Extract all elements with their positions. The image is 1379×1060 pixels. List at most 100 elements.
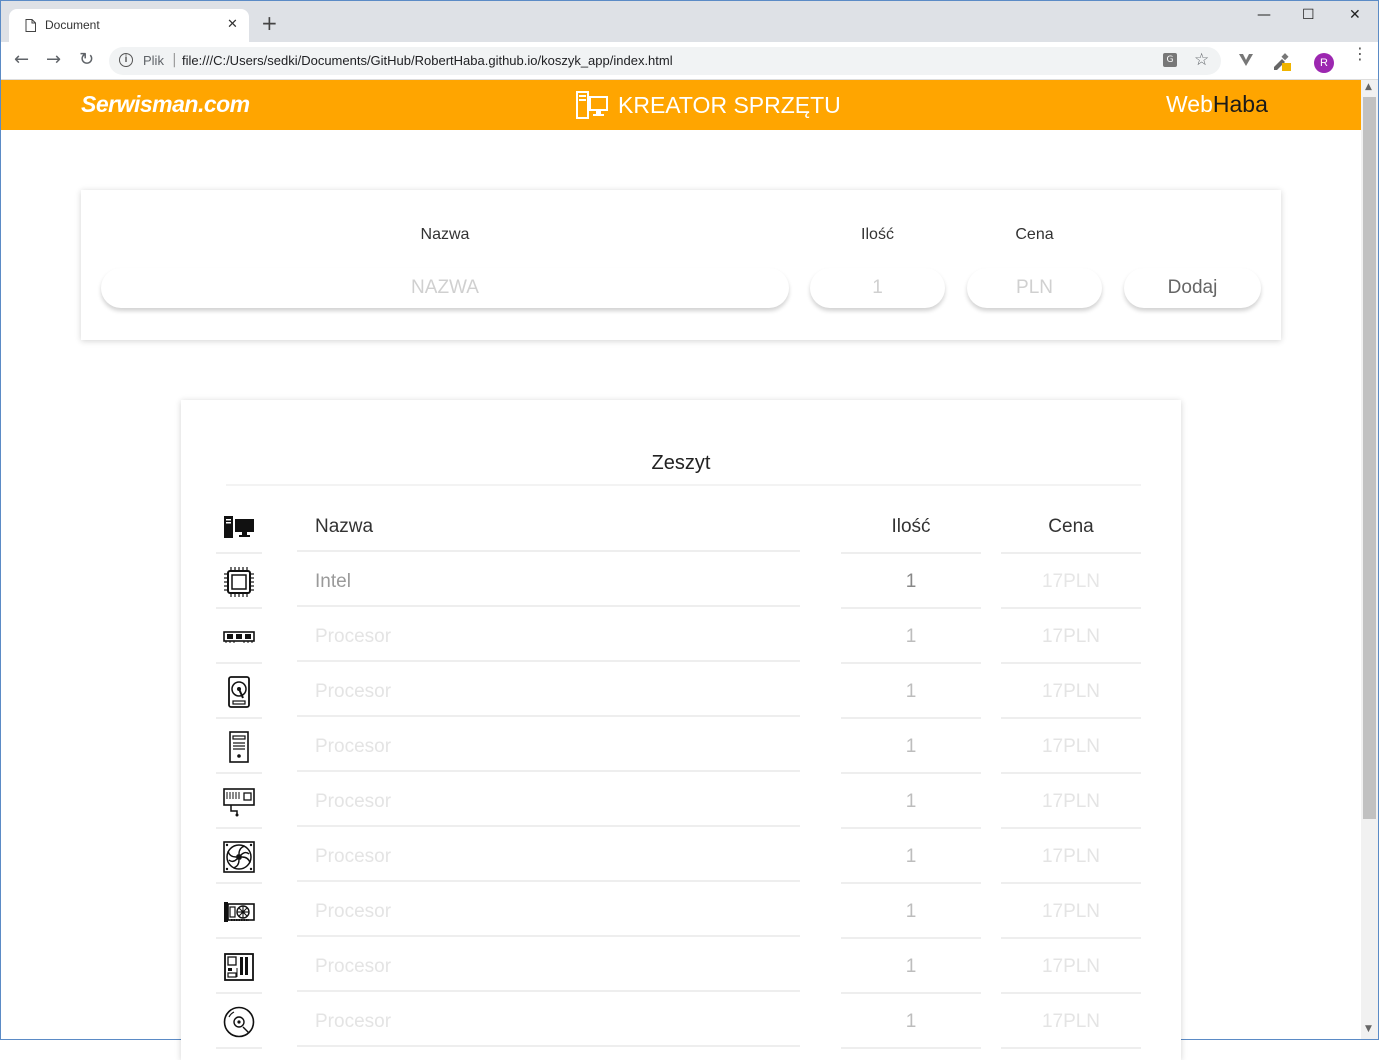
site-header: Serwisman.com KREATOR SPRZĘTU WebHaba bbox=[1, 80, 1361, 130]
table-row[interactable]: Intel 1 17PLN bbox=[181, 556, 1181, 611]
item-qty: 1 bbox=[841, 886, 981, 939]
item-price: 17PLN bbox=[1001, 886, 1141, 939]
item-name: Intel bbox=[297, 556, 800, 607]
scrollbar-thumb[interactable] bbox=[1363, 97, 1376, 819]
icon-cell bbox=[216, 996, 262, 1049]
brand-logo-left[interactable]: Serwisman.com bbox=[81, 91, 250, 118]
item-name: Procesor bbox=[297, 721, 800, 772]
icon-cell bbox=[216, 831, 262, 884]
extension-v-icon[interactable] bbox=[1238, 53, 1254, 67]
scheme-label: Plik bbox=[143, 53, 164, 68]
table-row[interactable]: Procesor 1 17PLN bbox=[181, 996, 1181, 1051]
hdd-icon bbox=[228, 675, 250, 708]
graphics-card-icon bbox=[224, 901, 255, 922]
header-title-group: KREATOR SPRZĘTU bbox=[576, 90, 841, 120]
item-price: 17PLN bbox=[1001, 611, 1141, 664]
column-header-price: Cena bbox=[1001, 501, 1141, 554]
icon-cell bbox=[216, 556, 262, 609]
brand-logo-right[interactable]: WebHaba bbox=[1166, 91, 1268, 118]
scroll-up-icon[interactable]: ▲ bbox=[1365, 82, 1372, 92]
table-row[interactable]: Procesor 1 17PLN bbox=[181, 941, 1181, 996]
browser-menu-icon[interactable]: ⋮ bbox=[1352, 46, 1368, 62]
network-card-icon bbox=[223, 787, 255, 816]
back-button[interactable]: ← bbox=[14, 50, 29, 70]
name-label: Nazwa bbox=[420, 226, 470, 243]
tab-title: Document bbox=[45, 18, 100, 32]
name-input[interactable] bbox=[101, 268, 789, 308]
item-name: Procesor bbox=[297, 941, 800, 992]
cpu-icon bbox=[224, 566, 254, 597]
browser-tab[interactable]: Document ✕ bbox=[9, 9, 249, 43]
icon-cell bbox=[216, 721, 262, 774]
info-icon[interactable]: i bbox=[119, 53, 133, 67]
table-row[interactable]: Procesor 1 17PLN bbox=[181, 721, 1181, 776]
add-button[interactable]: Dodaj bbox=[1124, 268, 1261, 308]
translate-icon[interactable]: G bbox=[1163, 53, 1177, 67]
title-bar: Document ✕ + — ☐ ✕ bbox=[1, 1, 1378, 43]
desktop-computer-icon bbox=[224, 515, 254, 538]
item-name: Procesor bbox=[297, 776, 800, 827]
ram-icon bbox=[223, 630, 255, 643]
table-row[interactable]: Procesor 1 17PLN bbox=[181, 611, 1181, 666]
item-name: Procesor bbox=[297, 886, 800, 937]
table-row[interactable]: Procesor 1 17PLN bbox=[181, 776, 1181, 831]
icon-cell bbox=[216, 941, 262, 994]
profile-avatar[interactable]: R bbox=[1314, 53, 1334, 73]
header-icon-cell bbox=[216, 501, 262, 554]
item-price: 17PLN bbox=[1001, 721, 1141, 774]
item-price: 17PLN bbox=[1001, 996, 1141, 1049]
qty-input[interactable] bbox=[810, 268, 945, 308]
bookmark-star-icon[interactable]: ☆ bbox=[1194, 50, 1209, 70]
item-qty: 1 bbox=[841, 776, 981, 829]
item-name: Procesor bbox=[297, 666, 800, 717]
item-price: 17PLN bbox=[1001, 831, 1141, 884]
table-header-row: Nazwa Ilość Cena bbox=[181, 501, 1181, 556]
fan-icon bbox=[223, 840, 255, 873]
close-window-button[interactable]: ✕ bbox=[1349, 7, 1361, 23]
computer-icon bbox=[576, 91, 608, 119]
price-label: Cena bbox=[1015, 226, 1054, 243]
add-item-form: Nazwa Ilość Cena Dodaj bbox=[81, 190, 1281, 340]
document-icon bbox=[25, 19, 36, 32]
item-qty: 1 bbox=[841, 721, 981, 774]
item-name: Procesor bbox=[297, 611, 800, 662]
pc-case-icon bbox=[229, 730, 249, 763]
page-scrollbar[interactable]: ▲ ▼ bbox=[1361, 80, 1378, 1039]
price-input[interactable] bbox=[967, 268, 1102, 308]
eyedropper-extension-icon[interactable] bbox=[1271, 52, 1293, 72]
notebook-title: Zeszyt bbox=[651, 452, 711, 474]
item-qty: 1 bbox=[841, 556, 981, 609]
item-qty: 1 bbox=[841, 666, 981, 719]
table-row[interactable]: Procesor 1 17PLN bbox=[181, 831, 1181, 886]
icon-cell bbox=[216, 776, 262, 829]
address-separator: | bbox=[172, 52, 177, 68]
table-row[interactable]: Procesor 1 17PLN bbox=[181, 666, 1181, 721]
optical-disc-icon bbox=[223, 1006, 255, 1037]
url-text[interactable]: file:///C:/Users/sedki/Documents/GitHub/… bbox=[182, 53, 673, 68]
title-divider bbox=[226, 484, 1141, 486]
icon-cell bbox=[216, 886, 262, 939]
qty-label: Ilość bbox=[861, 226, 894, 243]
item-price: 17PLN bbox=[1001, 666, 1141, 719]
icon-cell bbox=[216, 666, 262, 719]
reload-button[interactable]: ↻ bbox=[79, 50, 94, 70]
address-bar[interactable]: i Plik | file:///C:/Users/sedki/Document… bbox=[109, 47, 1221, 75]
header-title: KREATOR SPRZĘTU bbox=[618, 91, 841, 118]
tab-close-icon[interactable]: ✕ bbox=[227, 17, 238, 32]
new-tab-button[interactable]: + bbox=[261, 13, 278, 33]
item-name: Procesor bbox=[297, 831, 800, 882]
minimize-button[interactable]: — bbox=[1257, 7, 1271, 23]
notebook-card: Zeszyt Nazwa Ilość Cena Intel 1 17PLN Pr… bbox=[181, 400, 1181, 1060]
item-qty: 1 bbox=[841, 831, 981, 884]
motherboard-icon bbox=[224, 952, 254, 981]
item-qty: 1 bbox=[841, 611, 981, 664]
table-row[interactable]: Procesor 1 17PLN bbox=[181, 886, 1181, 941]
maximize-button[interactable]: ☐ bbox=[1302, 7, 1315, 23]
brand-right-web: Web bbox=[1166, 91, 1213, 117]
item-qty: 1 bbox=[841, 941, 981, 994]
forward-button[interactable]: → bbox=[46, 50, 61, 70]
scroll-down-icon[interactable]: ▼ bbox=[1365, 1024, 1372, 1034]
column-header-name: Nazwa bbox=[297, 501, 800, 552]
item-price: 17PLN bbox=[1001, 941, 1141, 994]
icon-cell bbox=[216, 611, 262, 664]
